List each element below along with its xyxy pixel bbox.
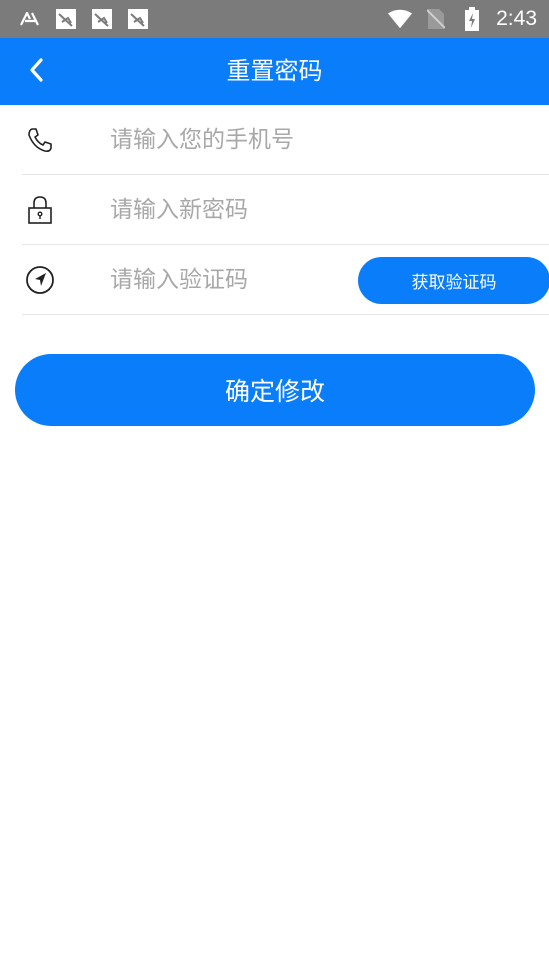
back-button[interactable]: [16, 52, 56, 92]
no-sim-icon: [424, 8, 448, 30]
get-code-button[interactable]: 获取验证码: [358, 257, 549, 304]
reset-password-form: 获取验证码: [0, 105, 549, 315]
notification-image-icon: [54, 8, 78, 30]
phone-row: [22, 105, 549, 175]
notification-image-icon: [90, 8, 114, 30]
status-time: 2:43: [496, 7, 537, 30]
wifi-icon: [388, 8, 413, 30]
status-left-icons: [18, 8, 150, 30]
confirm-change-button[interactable]: 确定修改: [15, 354, 535, 426]
status-bar: 2:43: [0, 0, 549, 38]
notification-image-icon: [126, 8, 150, 30]
password-row: [22, 175, 549, 245]
status-right-icons: 2:43: [388, 7, 537, 31]
phone-icon: [24, 124, 56, 156]
verification-code-input[interactable]: [110, 260, 350, 300]
verification-row: 获取验证码: [22, 245, 549, 315]
lock-icon: [24, 194, 56, 226]
accessibility-icon: [18, 8, 42, 30]
battery-charging-icon: [460, 7, 484, 31]
app-bar: 重置密码: [0, 38, 549, 105]
new-password-input[interactable]: [110, 190, 350, 230]
page-title: 重置密码: [226, 57, 323, 85]
phone-input[interactable]: [110, 120, 350, 160]
navigation-arrow-icon: [24, 264, 56, 296]
chevron-left-icon: [28, 57, 44, 87]
